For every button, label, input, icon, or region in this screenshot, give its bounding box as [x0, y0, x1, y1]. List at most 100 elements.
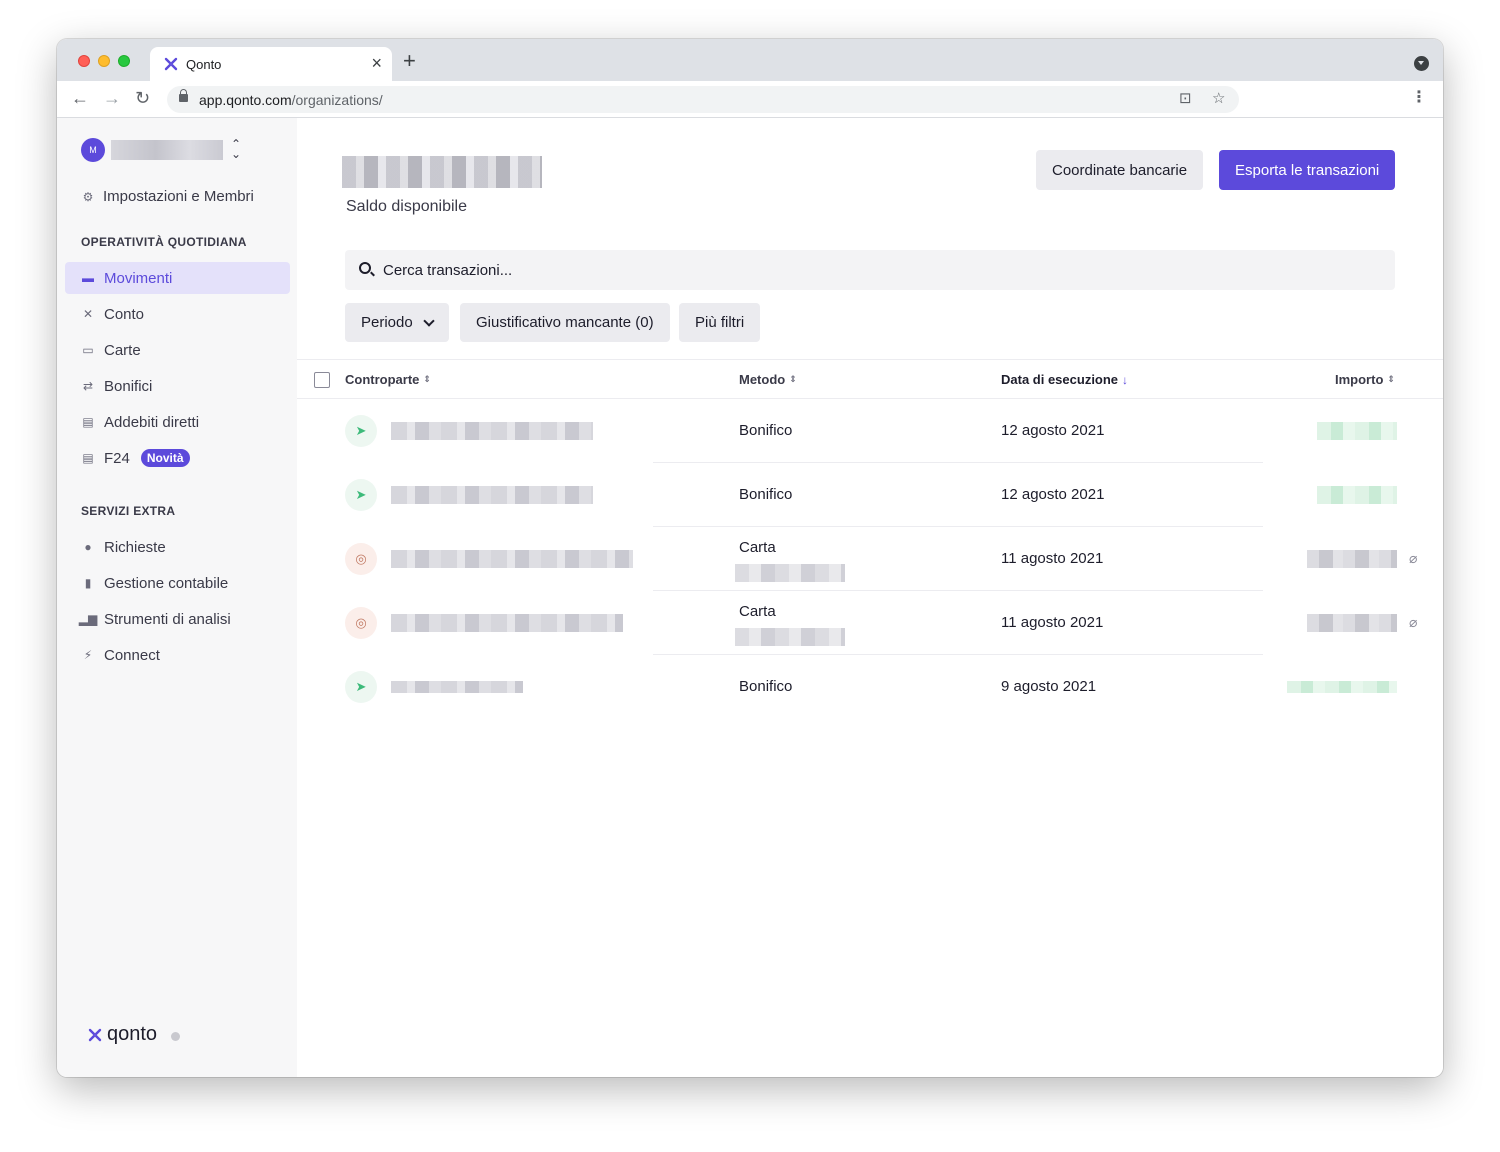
- minimize-window-button[interactable]: [98, 55, 110, 67]
- browser-toolbar: ← → ↻ app.qonto.com/organizations/ ⊡ ☆ ⋮: [57, 81, 1443, 118]
- missing-receipt-label: Giustificativo mancante (0): [476, 314, 654, 331]
- sidebar-item-label: Strumenti di analisi: [104, 610, 231, 628]
- sidebar-item-addebiti-diretti[interactable]: ▤ Addebiti diretti: [65, 406, 290, 438]
- search-input[interactable]: [383, 250, 1283, 290]
- select-all-checkbox[interactable]: [314, 372, 330, 388]
- bank-details-button[interactable]: Coordinate bancarie: [1036, 150, 1204, 190]
- transfer-icon: ⇄: [82, 379, 94, 393]
- column-header-counterparty[interactable]: Controparte ⇕: [345, 372, 431, 387]
- method-cell: Bonifico: [739, 422, 793, 439]
- paper-plane-icon: ➤: [345, 671, 377, 703]
- sort-icon: ⇕: [423, 374, 431, 384]
- counterparty-redacted: [391, 486, 593, 504]
- bookmark-star-icon[interactable]: ☆: [1212, 90, 1225, 108]
- counterparty-redacted: [391, 550, 633, 568]
- sidebar-item-label: Richieste: [104, 538, 166, 556]
- section-extra-title: SERVIZI EXTRA: [81, 504, 176, 518]
- analytics-icon: ▂▆: [78, 612, 98, 626]
- sidebar-item-label: Conto: [104, 305, 145, 323]
- counterparty-redacted: [391, 614, 623, 632]
- sidebar-item-label: Addebiti diretti: [104, 413, 200, 431]
- qonto-favicon-icon: [164, 57, 178, 71]
- sidebar-item-richieste[interactable]: ● Richieste: [65, 531, 290, 563]
- sidebar-item-gestione-contabile[interactable]: ▮ Gestione contabile: [65, 567, 290, 599]
- settings-link[interactable]: ⚙ Impostazioni e Membri: [81, 188, 254, 205]
- sidebar-item-label: Bonifici: [104, 377, 153, 395]
- sidebar-item-connect[interactable]: ⚡ Connect: [65, 639, 290, 671]
- reload-icon[interactable]: ↻: [135, 87, 150, 109]
- browser-window: Qonto × + ← → ↻ app.qonto.com/organizati…: [57, 39, 1443, 1077]
- table-row[interactable]: ◎ Carta 11 agosto 2021 ⌀: [345, 527, 1429, 591]
- sidebar-item-bonifici[interactable]: ⇄ Bonifici: [65, 370, 290, 402]
- address-bar[interactable]: app.qonto.com/organizations/ ⊡ ☆: [167, 86, 1239, 113]
- table-row[interactable]: ➤ Bonifico 12 agosto 2021: [345, 399, 1429, 463]
- balance-amount-redacted: [342, 156, 542, 188]
- tab-close-icon[interactable]: ×: [371, 53, 382, 73]
- org-name-redacted[interactable]: [111, 140, 223, 160]
- method-detail-redacted: [735, 628, 845, 646]
- method-cell: Carta: [739, 603, 776, 620]
- table-row[interactable]: ➤ Bonifico 9 agosto 2021: [345, 655, 1429, 719]
- method-cell: Bonifico: [739, 486, 793, 503]
- column-header-amount[interactable]: Importo ⇕: [1335, 372, 1395, 387]
- brand-name: qonto: [107, 1023, 158, 1045]
- tab-search-icon[interactable]: [1414, 56, 1429, 71]
- main-content: Saldo disponibile Coordinate bancarie Es…: [297, 118, 1443, 1077]
- date-cell: 9 agosto 2021: [1001, 678, 1097, 695]
- sidebar: M ⌃ ⌄ ⚙ Impostazioni e Membri OPERATIVITÀ…: [57, 118, 297, 1077]
- new-tab-icon[interactable]: +: [403, 50, 416, 72]
- column-header-method[interactable]: Metodo ⇕: [739, 372, 797, 387]
- browser-menu-icon[interactable]: ⋮: [1411, 89, 1427, 107]
- counterparty-redacted: [391, 422, 593, 440]
- method-cell: Carta: [739, 539, 776, 556]
- lock-icon: [179, 89, 188, 102]
- table-row[interactable]: ◎ Carta 11 agosto 2021 ⌀: [345, 591, 1429, 655]
- sidebar-item-f24[interactable]: ▤ F24 Novità: [65, 442, 290, 474]
- direct-debit-icon: ▤: [82, 415, 94, 429]
- globe-icon: ◎: [345, 543, 377, 575]
- forward-icon[interactable]: →: [103, 87, 121, 109]
- paperclip-icon[interactable]: ⌀: [1409, 614, 1417, 631]
- paperclip-icon[interactable]: ⌀: [1409, 550, 1417, 567]
- new-badge: Novità: [140, 449, 190, 467]
- amount-redacted: [1307, 550, 1397, 568]
- period-filter-button[interactable]: Periodo: [345, 303, 449, 342]
- paper-plane-icon: ➤: [345, 415, 377, 447]
- more-filters-button[interactable]: Più filtri: [679, 303, 761, 342]
- url-text: app.qonto.com/organizations/: [199, 92, 383, 108]
- search-icon: [359, 262, 371, 274]
- column-header-execution-date[interactable]: Data di esecuzione ↓: [1001, 372, 1128, 387]
- org-avatar[interactable]: M: [81, 138, 105, 162]
- more-filters-label: Più filtri: [695, 314, 745, 331]
- maximize-window-button[interactable]: [118, 55, 130, 67]
- export-transactions-button[interactable]: Esporta le transazioni: [1219, 150, 1396, 190]
- table-row[interactable]: ➤ Bonifico 12 agosto 2021: [345, 463, 1429, 527]
- app: M ⌃ ⌄ ⚙ Impostazioni e Membri OPERATIVITÀ…: [57, 118, 1443, 1077]
- method-cell: Bonifico: [739, 678, 793, 695]
- missing-receipt-filter-button[interactable]: Giustificativo mancante (0): [460, 303, 670, 342]
- settings-label: Impostazioni e Membri: [103, 188, 254, 205]
- search-bar: [345, 250, 1395, 290]
- date-cell: 12 agosto 2021: [1001, 422, 1105, 439]
- section-daily-title: OPERATIVITÀ QUOTIDIANA: [81, 235, 247, 249]
- sidebar-item-strumenti-di-analisi[interactable]: ▂▆ Strumenti di analisi: [65, 603, 290, 635]
- sidebar-item-label: Carte: [104, 341, 141, 359]
- sort-down-icon: ↓: [1122, 372, 1129, 387]
- org-switch-icon[interactable]: ⌃ ⌄: [231, 138, 241, 160]
- browser-tab[interactable]: Qonto ×: [150, 47, 392, 81]
- sidebar-item-conto[interactable]: ✕ Conto: [65, 298, 290, 330]
- date-cell: 12 agosto 2021: [1001, 486, 1105, 503]
- globe-icon: ◎: [345, 607, 377, 639]
- card-icon: ▭: [82, 343, 94, 357]
- sidebar-item-carte[interactable]: ▭ Carte: [65, 334, 290, 366]
- close-window-button[interactable]: [78, 55, 90, 67]
- balance-label: Saldo disponibile: [346, 198, 467, 215]
- method-detail-redacted: [735, 564, 845, 582]
- qonto-logo: qonto: [87, 1023, 181, 1046]
- translate-icon[interactable]: ⊡: [1179, 90, 1192, 108]
- gear-icon: ⚙: [82, 189, 94, 204]
- amount-redacted: [1317, 422, 1397, 440]
- table-header: Controparte ⇕ Metodo ⇕ Data di esecuzione ↓…: [297, 359, 1443, 399]
- back-icon[interactable]: ←: [71, 87, 89, 109]
- sidebar-item-movimenti[interactable]: ▬ Movimenti: [65, 262, 290, 294]
